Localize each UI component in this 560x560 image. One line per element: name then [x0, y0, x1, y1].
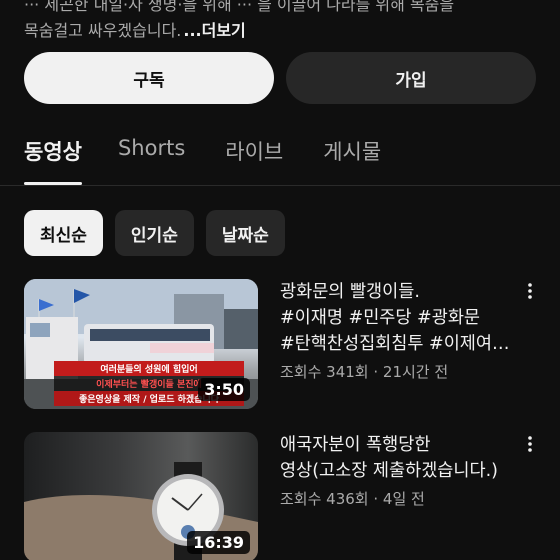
channel-description: ··· 세곤한 내일·자 생명·을 위해 ··· 을 이끌어 나라를 위해 목숨… [24, 0, 536, 44]
subscribe-button[interactable]: 구독 [24, 52, 274, 104]
video-item[interactable]: 16:39 애국자분이 폭행당한 영상(고소장 제출하겠습니다.) 조회수 43… [24, 432, 544, 560]
video-meta: 애국자분이 폭행당한 영상(고소장 제출하겠습니다.) 조회수 436회 · 4… [280, 432, 532, 560]
sort-chips: 최신순 인기순 날짜순 [24, 210, 285, 256]
description-partial-line: ··· 세곤한 내일·자 생명·을 위해 ··· 을 이끌어 나라를 위해 목숨… [24, 0, 455, 14]
chip-date[interactable]: 날짜순 [205, 210, 285, 256]
video-title[interactable]: 광화문의 빨갱이들. #이재명 #민주당 #광화문 #탄핵찬성집회침투 #이제여… [280, 279, 516, 357]
tab-live[interactable]: 라이브 [225, 126, 283, 185]
chip-latest[interactable]: 최신순 [24, 210, 103, 256]
video-title-line: 광화문의 빨갱이들. [280, 282, 420, 302]
video-stats: 조회수 341회 · 21시간 전 [280, 363, 449, 381]
video-stats: 조회수 436회 · 4일 전 [280, 490, 425, 508]
description-line: 목숨걸고 싸우겠습니다. [24, 21, 182, 40]
channel-tabs: 동영상 Shorts 라이브 게시물 [0, 126, 560, 186]
video-item[interactable]: 여러분들의 성원에 힘입어 이제부터는 빨갱이들 본진에 좋은영상을 제작 / … [24, 279, 544, 409]
video-meta: 광화문의 빨갱이들. #이재명 #민주당 #광화문 #탄핵찬성집회침투 #이제여… [280, 279, 532, 409]
thumbnail-caption: 여러분들의 성원에 힘입어 [54, 361, 244, 376]
kebab-menu-icon[interactable] [520, 281, 540, 301]
video-thumbnail[interactable]: 16:39 [24, 432, 258, 560]
video-duration: 16:39 [187, 531, 250, 554]
channel-actions: 구독 가입 [24, 52, 536, 104]
kebab-menu-icon[interactable] [520, 434, 540, 454]
join-button[interactable]: 가입 [286, 52, 536, 104]
more-link[interactable]: ...더보기 [183, 21, 245, 40]
video-title-line: 영상(고소장 제출하겠습니다.) [280, 461, 498, 481]
tab-videos[interactable]: 동영상 [24, 126, 82, 185]
tab-posts[interactable]: 게시물 [323, 126, 381, 185]
video-title[interactable]: 애국자분이 폭행당한 영상(고소장 제출하겠습니다.) [280, 432, 516, 484]
tab-shorts[interactable]: Shorts [118, 126, 185, 185]
video-duration: 3:50 [198, 378, 250, 401]
video-title-line: #탄핵찬성집회침투 #이제여… [280, 334, 510, 354]
video-thumbnail[interactable]: 여러분들의 성원에 힘입어 이제부터는 빨갱이들 본진에 좋은영상을 제작 / … [24, 279, 258, 409]
chip-popular[interactable]: 인기순 [114, 210, 194, 256]
video-title-line: 애국자분이 폭행당한 [280, 435, 431, 455]
video-title-line: #이재명 #민주당 #광화문 [280, 308, 481, 328]
